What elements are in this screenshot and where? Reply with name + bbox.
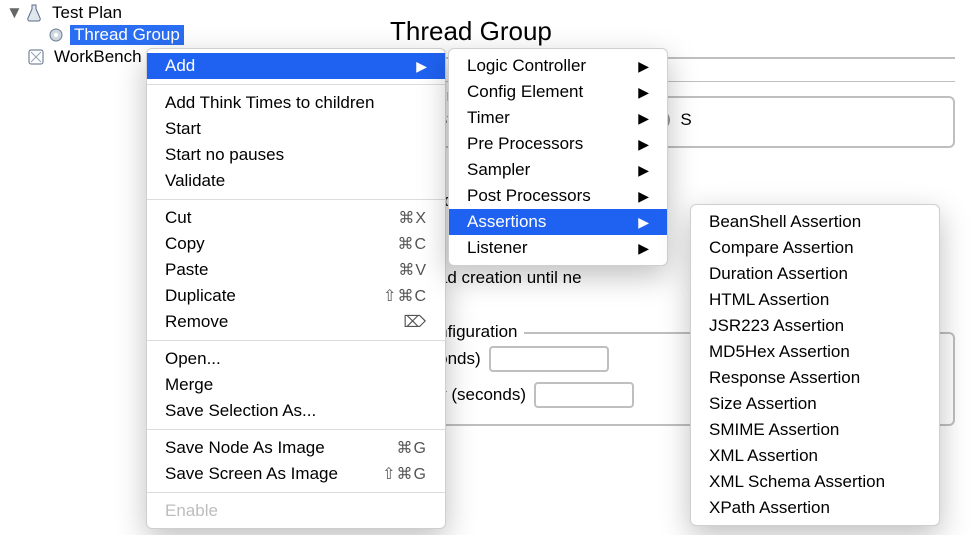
tree-label-thread-group: Thread Group [70, 25, 184, 45]
assertion-smime-assertion[interactable]: SMIME Assertion [691, 417, 939, 443]
tree-label-test-plan: Test Plan [48, 3, 126, 23]
assertion-md5hex-assertion[interactable]: MD5Hex Assertion [691, 339, 939, 365]
assertion-xml-assertion[interactable]: XML Assertion [691, 443, 939, 469]
menu-paste[interactable]: Paste⌘V [147, 257, 445, 283]
submenu-sampler[interactable]: Sampler▶ [449, 157, 667, 183]
submenu-arrow-icon: ▶ [416, 58, 427, 75]
tree-row-thread-group[interactable]: Thread Group [4, 24, 364, 46]
submenu-config-element[interactable]: Config Element▶ [449, 79, 667, 105]
menu-start[interactable]: Start [147, 116, 445, 142]
menu-save-node-as-image[interactable]: Save Node As Image⌘G [147, 435, 445, 461]
submenu-arrow-icon: ▶ [638, 136, 649, 153]
menu-copy[interactable]: Copy⌘C [147, 231, 445, 257]
add-submenu: Logic Controller▶ Config Element▶ Timer▶… [448, 48, 668, 266]
tree-label-workbench: WorkBench [50, 47, 146, 67]
submenu-listener[interactable]: Listener▶ [449, 235, 667, 261]
assertion-size-assertion[interactable]: Size Assertion [691, 391, 939, 417]
menu-add-label: Add [165, 56, 195, 76]
menu-enable: Enable [147, 498, 445, 524]
menu-save-screen-as-image[interactable]: Save Screen As Image⇧⌘G [147, 461, 445, 487]
submenu-arrow-icon: ▶ [638, 214, 649, 231]
menu-separator [147, 199, 445, 200]
assertion-jsr223-assertion[interactable]: JSR223 Assertion [691, 313, 939, 339]
submenu-arrow-icon: ▶ [638, 84, 649, 101]
assertion-beanshell-assertion[interactable]: BeanShell Assertion [691, 209, 939, 235]
startup-delay-input[interactable] [534, 382, 634, 408]
menu-separator [147, 492, 445, 493]
menu-separator [147, 84, 445, 85]
menu-cut[interactable]: Cut⌘X [147, 205, 445, 231]
flask-icon [24, 3, 44, 23]
menu-validate[interactable]: Validate [147, 168, 445, 194]
menu-open[interactable]: Open... [147, 346, 445, 372]
submenu-post-processors[interactable]: Post Processors▶ [449, 183, 667, 209]
assertion-duration-assertion[interactable]: Duration Assertion [691, 261, 939, 287]
gear-icon [46, 25, 66, 45]
radio-label-cut: S [680, 110, 691, 130]
menu-separator [147, 429, 445, 430]
menu-merge[interactable]: Merge [147, 372, 445, 398]
menu-save-selection-as[interactable]: Save Selection As... [147, 398, 445, 424]
menu-remove[interactable]: Remove⌦ [147, 309, 445, 335]
assertion-html-assertion[interactable]: HTML Assertion [691, 287, 939, 313]
assertion-xml-schema-assertion[interactable]: XML Schema Assertion [691, 469, 939, 495]
workbench-icon [26, 47, 46, 67]
submenu-arrow-icon: ▶ [638, 188, 649, 205]
assertion-xpath-assertion[interactable]: XPath Assertion [691, 495, 939, 521]
submenu-pre-processors[interactable]: Pre Processors▶ [449, 131, 667, 157]
tree-row-test-plan[interactable]: ▼ Test Plan [4, 2, 364, 24]
submenu-assertions[interactable]: Assertions▶ [449, 209, 667, 235]
menu-separator [147, 340, 445, 341]
disclosure-triangle-icon[interactable]: ▼ [6, 3, 20, 23]
submenu-logic-controller[interactable]: Logic Controller▶ [449, 53, 667, 79]
menu-duplicate[interactable]: Duplicate⇧⌘C [147, 283, 445, 309]
assertion-response-assertion[interactable]: Response Assertion [691, 365, 939, 391]
submenu-arrow-icon: ▶ [638, 58, 649, 75]
submenu-arrow-icon: ▶ [638, 110, 649, 127]
submenu-arrow-icon: ▶ [638, 240, 649, 257]
submenu-arrow-icon: ▶ [638, 162, 649, 179]
assertions-submenu: BeanShell AssertionCompare AssertionDura… [690, 204, 940, 526]
menu-add[interactable]: Add ▶ [147, 53, 445, 79]
duration-input[interactable] [489, 346, 609, 372]
context-menu: Add ▶ Add Think Times to children Start … [146, 48, 446, 529]
assertion-compare-assertion[interactable]: Compare Assertion [691, 235, 939, 261]
menu-start-no-pauses[interactable]: Start no pauses [147, 142, 445, 168]
menu-add-think-times[interactable]: Add Think Times to children [147, 90, 445, 116]
submenu-timer[interactable]: Timer▶ [449, 105, 667, 131]
